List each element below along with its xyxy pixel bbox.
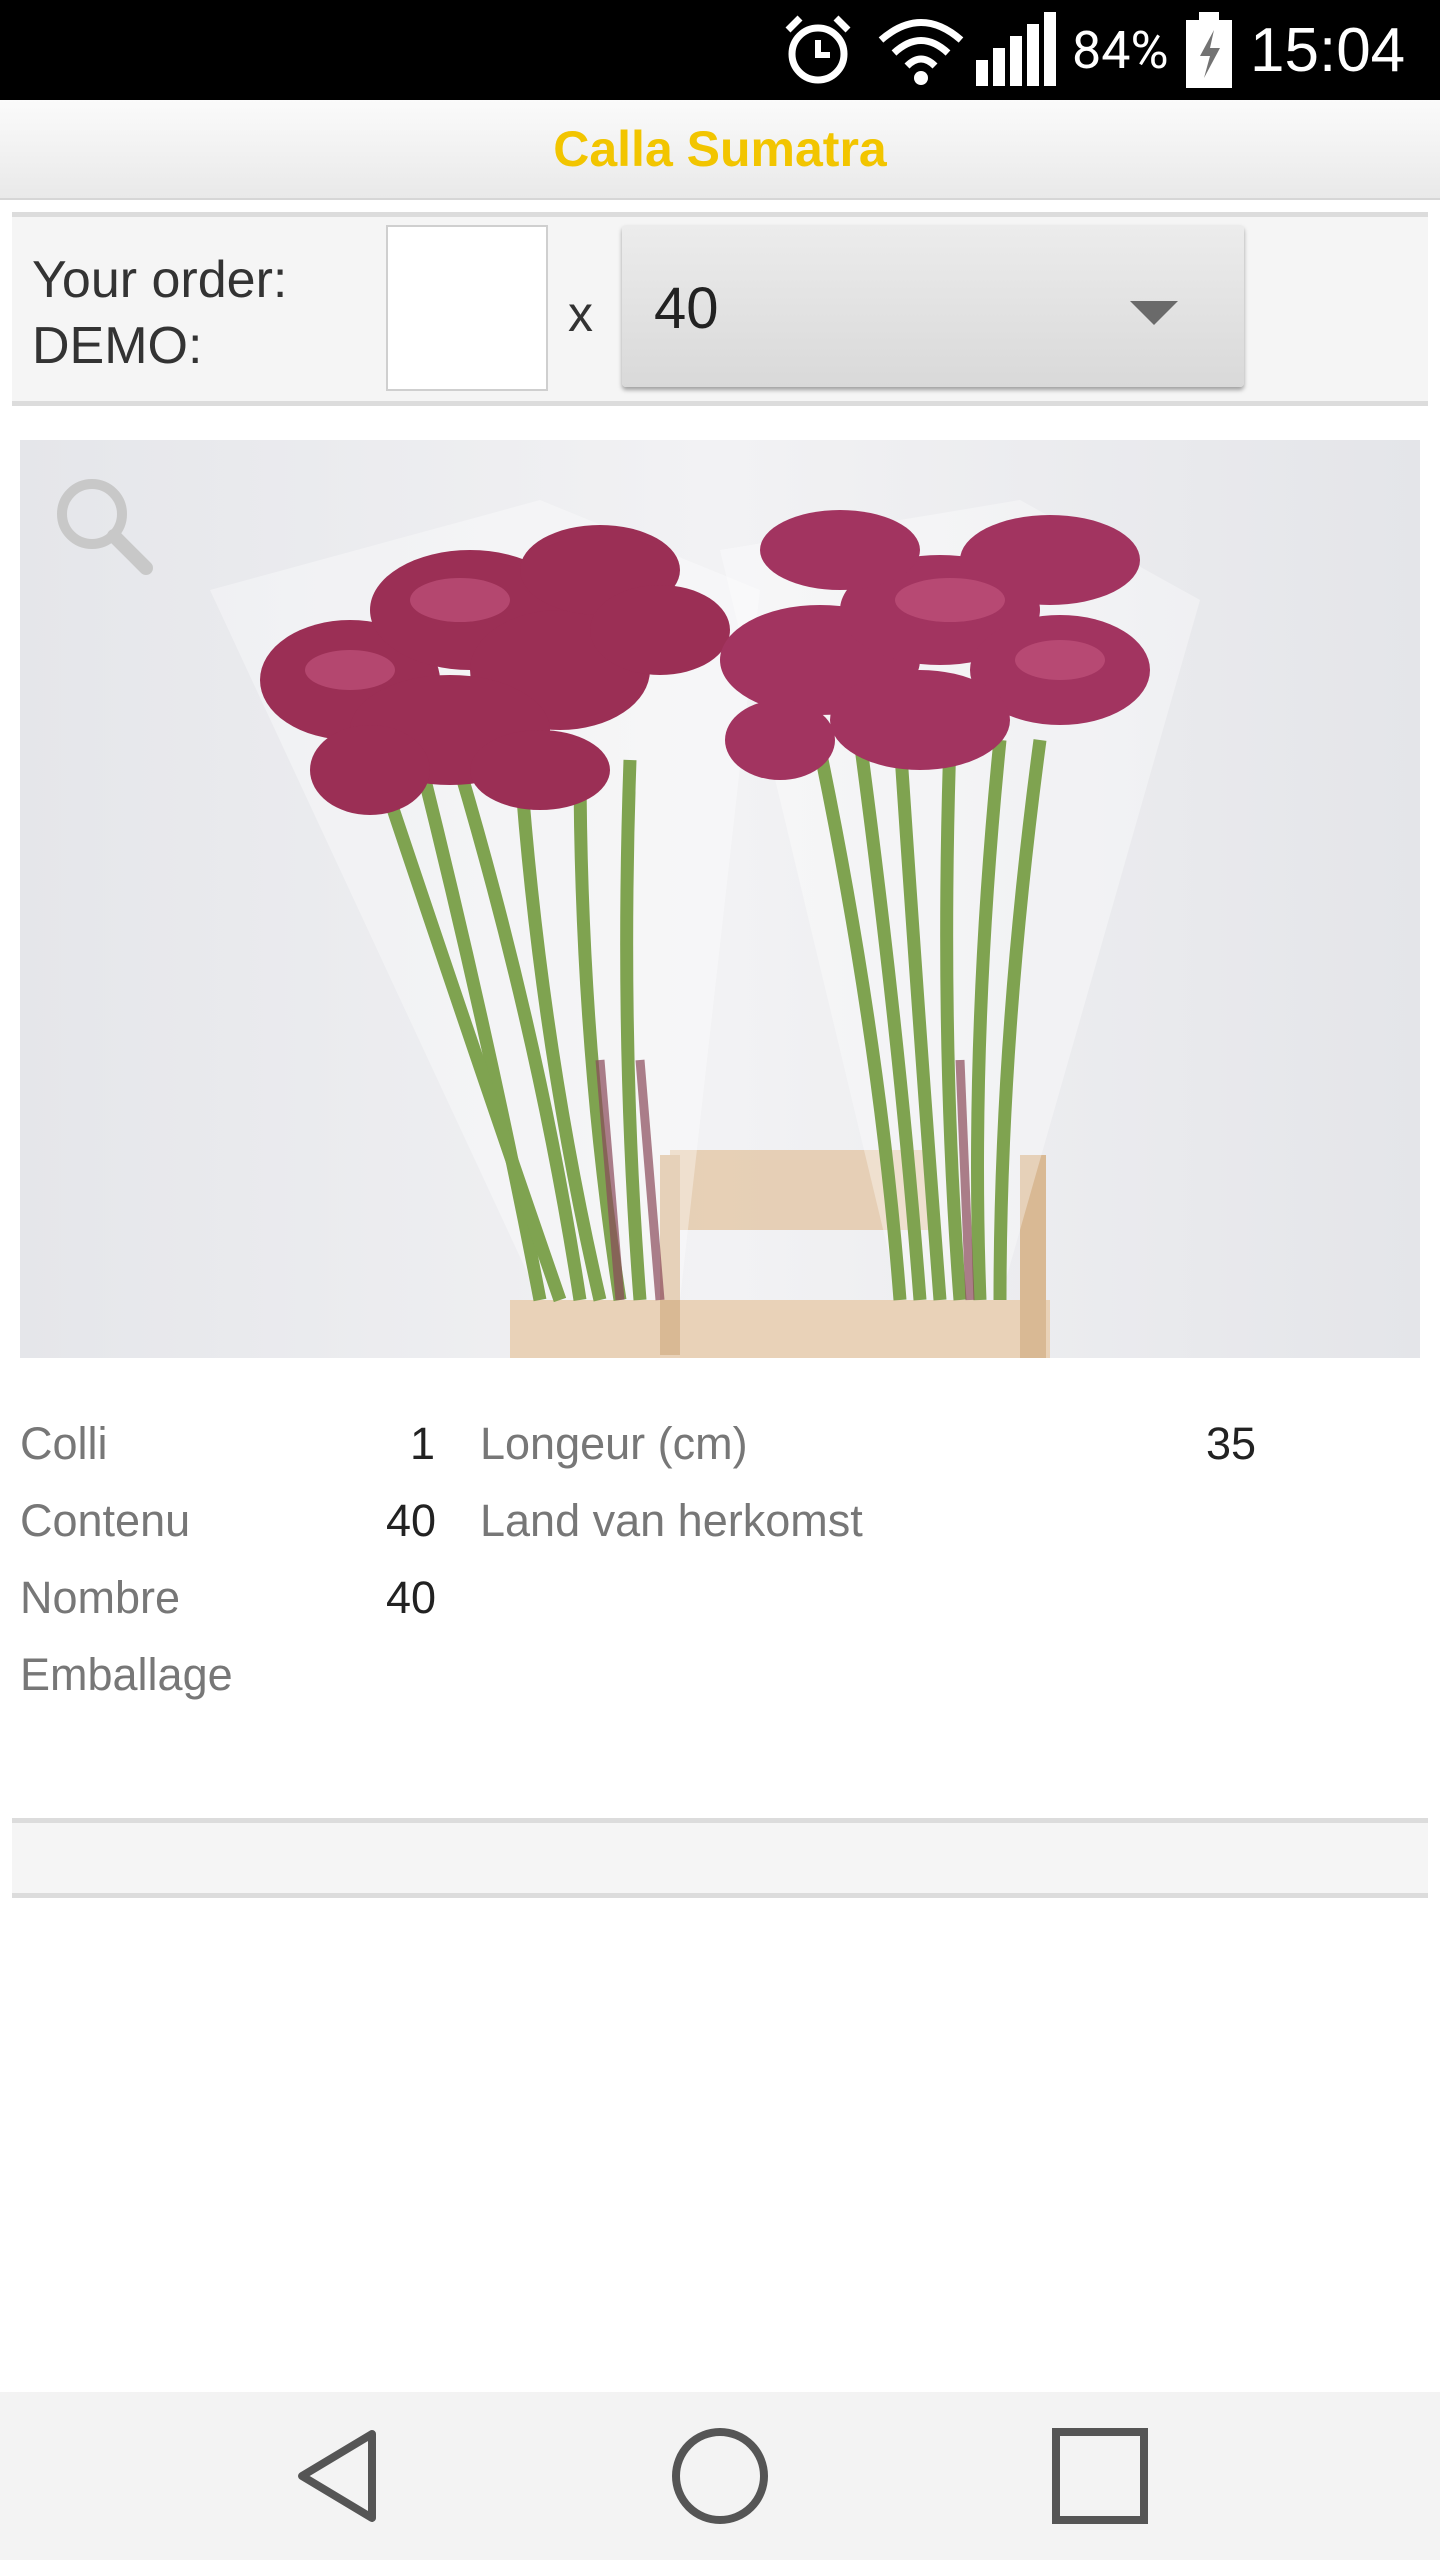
home-icon[interactable] [620,2392,820,2560]
spec-row-contenu: Contenu 40 [20,1495,440,1555]
quantity-input[interactable] [386,225,548,391]
spec-row-longeur: Longeur (cm) 35 [480,1418,1380,1478]
order-label: Your order: DEMO: [32,247,287,379]
spec-label: Contenu [20,1495,191,1546]
spec-value: 1 [410,1418,436,1469]
zoom-icon[interactable] [50,472,160,587]
order-label-line1: Your order: [32,251,288,309]
spec-label: Nombre [20,1572,181,1623]
battery-charging-icon [1184,0,1234,100]
spec-row-nombre: Nombre 40 [20,1572,440,1632]
back-icon[interactable] [240,2392,440,2560]
product-image[interactable] [20,440,1420,1358]
signal-icon [976,0,1060,100]
spec-label: Land van herkomst [480,1495,863,1546]
order-label-line2: DEMO: [32,317,203,375]
title-bar: Calla Sumatra [0,100,1440,200]
spec-label: Longeur (cm) [480,1418,748,1469]
spec-label: Colli [20,1418,108,1469]
spec-row-colli: Colli 1 [20,1418,440,1478]
pack-size-select[interactable]: 40 [622,225,1244,387]
wifi-icon [876,0,966,100]
battery-percent: 84% [1072,19,1169,81]
spec-value: 35 [1206,1418,1257,1469]
status-bar: 84% 15:04 [0,0,1440,100]
clock-time: 15:04 [1250,15,1406,85]
footer-bar [12,1818,1428,1898]
order-bar: Your order: DEMO: x 40 [12,212,1428,406]
navigation-bar [0,2392,1440,2560]
calla-lily-photo [210,500,1200,1358]
chevron-down-icon [1130,301,1178,325]
spec-row-emballage: Emballage [20,1649,440,1709]
multiply-symbol: x [568,286,593,342]
spec-label: Emballage [20,1649,233,1700]
page-title: Calla Sumatra [553,121,887,177]
spec-value: 40 [386,1572,437,1623]
alarm-icon [778,0,858,100]
recents-icon[interactable] [1000,2392,1200,2560]
spec-row-land: Land van herkomst [480,1495,1380,1555]
pack-size-value: 40 [654,276,719,341]
spec-value: 40 [386,1495,437,1546]
